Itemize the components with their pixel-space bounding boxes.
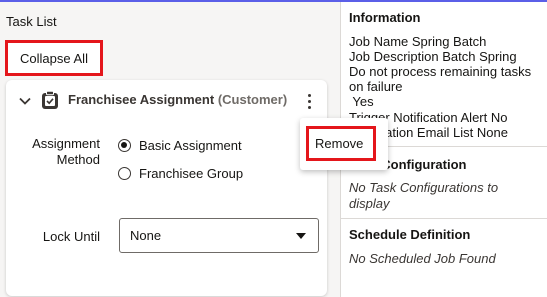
lock-until-label: Lock Until	[42, 229, 100, 244]
assignment-method-label: Assignment Method	[32, 136, 100, 167]
card-header[interactable]: Franchisee Assignment (Customer)	[6, 80, 327, 122]
info-line: Do not process remaining tasks	[349, 64, 532, 79]
info-line: Yes	[349, 94, 374, 109]
schedule-definition-title: Schedule Definition	[349, 227, 471, 242]
radio-label: Franchisee Group	[139, 166, 244, 181]
franchisee-assignment-card: Franchisee Assignment (Customer) Assignm…	[6, 80, 327, 296]
card-title: Franchisee Assignment (Customer)	[68, 92, 287, 107]
actions-popup-menu: Remove	[300, 118, 388, 170]
task-list-title: Task List	[6, 14, 57, 29]
radio-unchecked-icon[interactable]	[118, 167, 131, 180]
caret-down-icon	[296, 233, 306, 239]
clipboard-check-icon	[42, 90, 58, 109]
schedule-definition-section: Schedule Definition No Scheduled Job Fou…	[341, 219, 547, 297]
task-config-empty-text: display	[349, 196, 390, 211]
card-subtitle: (Customer)	[217, 92, 288, 107]
schedule-empty-text: No Scheduled Job Found	[349, 251, 496, 266]
radio-basic-assignment[interactable]: Basic Assignment	[118, 138, 242, 153]
chevron-down-icon[interactable]	[18, 94, 32, 108]
information-title: Information	[349, 10, 421, 25]
lock-until-value: None	[130, 228, 162, 243]
info-line: Job Name Spring Batch	[349, 34, 487, 49]
collapse-all-button[interactable]: Collapse All	[5, 40, 103, 76]
card-title-text: Franchisee Assignment	[68, 92, 215, 107]
task-list-panel: Task List Collapse All Franchisee Assign…	[0, 2, 340, 297]
info-line: on failure	[349, 79, 403, 94]
remove-menu-item[interactable]: Remove	[306, 126, 376, 161]
task-config-empty-text: No Task Configurations to	[349, 180, 499, 195]
radio-franchisee-group[interactable]: Franchisee Group	[118, 166, 243, 181]
lock-until-select[interactable]: None	[119, 218, 319, 253]
info-line: Job Description Batch Spring	[349, 49, 517, 64]
kebab-menu-icon[interactable]	[300, 88, 318, 114]
radio-checked-icon[interactable]	[118, 139, 131, 152]
radio-label: Basic Assignment	[139, 138, 242, 153]
